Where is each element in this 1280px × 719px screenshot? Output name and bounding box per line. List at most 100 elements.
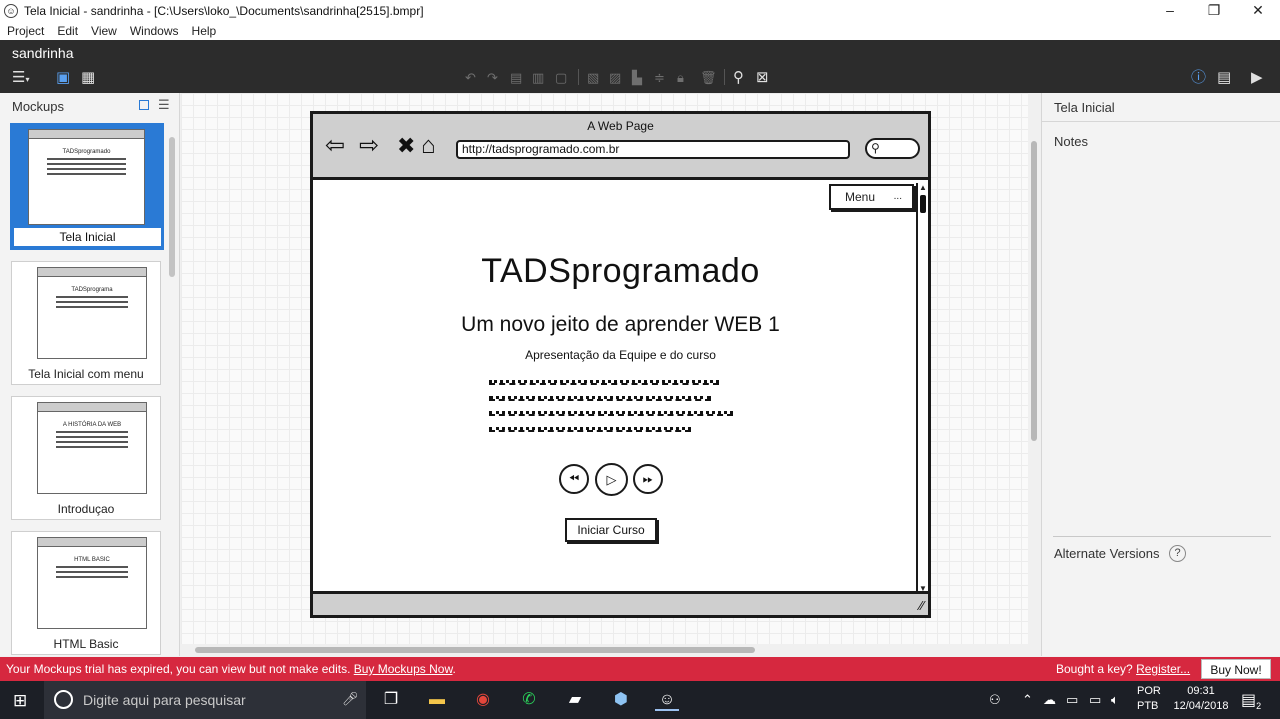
people-icon[interactable]: ⚇ bbox=[989, 692, 1001, 708]
menu-edit[interactable]: Edit bbox=[57, 24, 78, 38]
editor-canvas[interactable]: A Web Page ⇦ ⇨ ✖ ⌂ http://tadsprogramado… bbox=[181, 93, 1040, 656]
presentation-icon[interactable]: ▶ bbox=[1251, 69, 1263, 87]
lock-icon[interactable]: 🔒︎ bbox=[677, 69, 684, 87]
preview-line bbox=[56, 431, 128, 433]
help-icon[interactable]: ? bbox=[1169, 545, 1186, 562]
sticky-notes-icon[interactable]: ▰ bbox=[563, 689, 587, 711]
buy-now-button[interactable]: Buy Now! bbox=[1201, 659, 1271, 679]
align-icon[interactable]: ≑ bbox=[654, 69, 665, 87]
battery-icon[interactable]: ▭ bbox=[1066, 692, 1078, 708]
minimize-button[interactable]: – bbox=[1148, 0, 1192, 22]
placeholder-text-line bbox=[489, 380, 719, 385]
undo-icon[interactable]: ↶ bbox=[465, 69, 476, 87]
notes-panel-icon[interactable]: ▤ bbox=[1217, 69, 1231, 87]
toolbar-divider bbox=[578, 69, 579, 85]
mockup-preview: HTML BASIC bbox=[37, 537, 147, 629]
scrollbar-thumb[interactable] bbox=[169, 137, 175, 277]
taskbar-search-box[interactable]: Digite aqui para pesquisar 🎤︎ bbox=[44, 681, 366, 719]
mockup-thumbnail-introducao[interactable]: A HISTÓRIA DA WEB Introduçao bbox=[11, 396, 161, 520]
mockup-subheading: Um novo jeito de aprender WEB 1 bbox=[461, 313, 780, 336]
chrome-icon[interactable]: ◉ bbox=[471, 689, 495, 711]
menu-view[interactable]: View bbox=[91, 24, 117, 38]
menu-windows[interactable]: Windows bbox=[130, 24, 179, 38]
browser-window-mockup[interactable]: A Web Page ⇦ ⇨ ✖ ⌂ http://tadsprogramado… bbox=[310, 111, 931, 618]
preview-line bbox=[47, 173, 126, 175]
show-hidden-icons-icon[interactable]: ⌃ bbox=[1022, 692, 1033, 708]
task-view-icon[interactable]: ❐ bbox=[379, 689, 403, 711]
preview-line bbox=[56, 436, 128, 438]
microphone-icon[interactable]: 🎤︎ bbox=[342, 691, 359, 707]
preview-line bbox=[47, 163, 126, 165]
whatsapp-icon[interactable]: ✆ bbox=[517, 689, 541, 711]
preview-title: A HISTÓRIA DA WEB bbox=[62, 422, 122, 428]
alternate-versions-label: Alternate Versions bbox=[1054, 546, 1160, 561]
cortana-icon bbox=[54, 690, 73, 709]
trash-icon[interactable]: 🗑︎ bbox=[700, 69, 717, 87]
menu-help[interactable]: Help bbox=[192, 24, 217, 38]
placeholder-text-line bbox=[489, 427, 691, 432]
preview-line bbox=[47, 158, 126, 160]
trial-expired-banner: Your Mockups trial has expired, you can … bbox=[0, 657, 1280, 681]
3d-app-icon[interactable]: ⬢ bbox=[609, 689, 633, 711]
mockups-app-icon[interactable]: ☺ bbox=[655, 689, 679, 711]
notifications-icon[interactable]: ▤2 bbox=[1241, 690, 1261, 711]
mockup-label: Introduçao bbox=[57, 502, 115, 516]
close-button[interactable]: ✕ bbox=[1236, 0, 1280, 22]
iniciar-curso-button: Iniciar Curso bbox=[565, 518, 657, 542]
grid-view-icon[interactable]: ▦ bbox=[81, 69, 95, 87]
buy-mockups-link[interactable]: Buy Mockups Now bbox=[354, 662, 453, 676]
redo-icon[interactable]: ↷ bbox=[487, 69, 498, 87]
panel-divider bbox=[1053, 536, 1271, 537]
hamburger-menu-icon[interactable]: ☰▾ bbox=[12, 69, 29, 87]
keyboard-layout: PTB bbox=[1137, 700, 1159, 712]
canvas-horizontal-scrollbar[interactable] bbox=[181, 644, 1028, 656]
menu-project[interactable]: Project bbox=[7, 24, 44, 38]
language-code: POR bbox=[1137, 685, 1161, 697]
find-icon[interactable]: ⚲ bbox=[733, 69, 744, 87]
preview-line bbox=[56, 571, 128, 573]
bring-front-icon[interactable]: ▙ bbox=[632, 69, 642, 87]
language-indicator[interactable]: POR PTB bbox=[1137, 684, 1161, 714]
file-explorer-icon[interactable]: ▬ bbox=[425, 689, 449, 711]
preview-line bbox=[56, 576, 128, 578]
browser-footer: ⁄⁄ bbox=[313, 591, 928, 615]
volume-icon[interactable]: 🔈︎ bbox=[1111, 692, 1119, 708]
clear-icon[interactable]: ⊠ bbox=[756, 69, 769, 87]
list-view-icon[interactable]: ☰ bbox=[158, 97, 170, 113]
info-icon[interactable]: ⓘ bbox=[1191, 69, 1206, 87]
panel-divider bbox=[1042, 121, 1280, 122]
mockup-thumbnail-tela-inicial-com-menu[interactable]: TADSprograma Tela Inicial com menu bbox=[11, 261, 161, 385]
stop-icon: ✖ bbox=[397, 133, 416, 158]
copy-icon[interactable]: ▥ bbox=[532, 69, 544, 87]
resize-grip-icon: ⁄⁄ bbox=[919, 598, 924, 613]
mockups-scrollbar[interactable] bbox=[168, 125, 176, 645]
scrollbar-thumb[interactable] bbox=[1031, 141, 1037, 441]
cut-icon[interactable]: ▤ bbox=[510, 69, 522, 87]
clock-date: 12/04/2018 bbox=[1173, 700, 1229, 712]
taskbar-search-placeholder: Digite aqui para pesquisar bbox=[83, 692, 246, 708]
thumbnail-view-icon[interactable] bbox=[139, 100, 149, 110]
selected-mockup-title: Tela Inicial bbox=[1054, 100, 1115, 115]
toggle-panels-icon[interactable]: ▣ bbox=[56, 69, 70, 87]
restore-button[interactable]: ❐ bbox=[1192, 0, 1236, 22]
preview-title: TADSprogramado bbox=[62, 149, 111, 155]
back-arrow-icon: ⇦ bbox=[325, 132, 346, 159]
forward-arrow-icon: ⇨ bbox=[359, 132, 380, 159]
properties-panel: Tela Inicial Notes Alternate Versions ? bbox=[1041, 93, 1280, 656]
system-clock[interactable]: 09:31 12/04/2018 bbox=[1171, 684, 1231, 714]
browser-search-box: ⚲ bbox=[865, 138, 920, 159]
app-header: sandrinha ☰▾ ▣ ▦ ↶ ↷ ▤ ▥ ▢ ▧ ▨ ▙ ≑ 🔒︎ 🗑︎… bbox=[0, 40, 1280, 93]
mockup-thumbnail-html-basic[interactable]: HTML BASIC HTML Basic bbox=[11, 531, 161, 655]
group-icon[interactable]: ▧ bbox=[587, 69, 599, 87]
ungroup-icon[interactable]: ▨ bbox=[609, 69, 621, 87]
notes-label[interactable]: Notes bbox=[1054, 134, 1088, 149]
clock-time: 09:31 bbox=[1187, 685, 1215, 697]
windows-start-icon[interactable]: ⊞ bbox=[13, 691, 27, 711]
scrollbar-thumb[interactable] bbox=[195, 647, 755, 653]
register-link[interactable]: Register... bbox=[1136, 662, 1190, 676]
paste-icon[interactable]: ▢ bbox=[555, 69, 567, 87]
network-icon[interactable]: ▭ bbox=[1089, 692, 1101, 708]
mockup-thumbnail-tela-inicial[interactable]: TADSprogramado Tela Inicial bbox=[10, 123, 164, 250]
canvas-vertical-scrollbar[interactable] bbox=[1028, 93, 1040, 656]
onedrive-icon[interactable]: ☁ bbox=[1043, 692, 1056, 708]
